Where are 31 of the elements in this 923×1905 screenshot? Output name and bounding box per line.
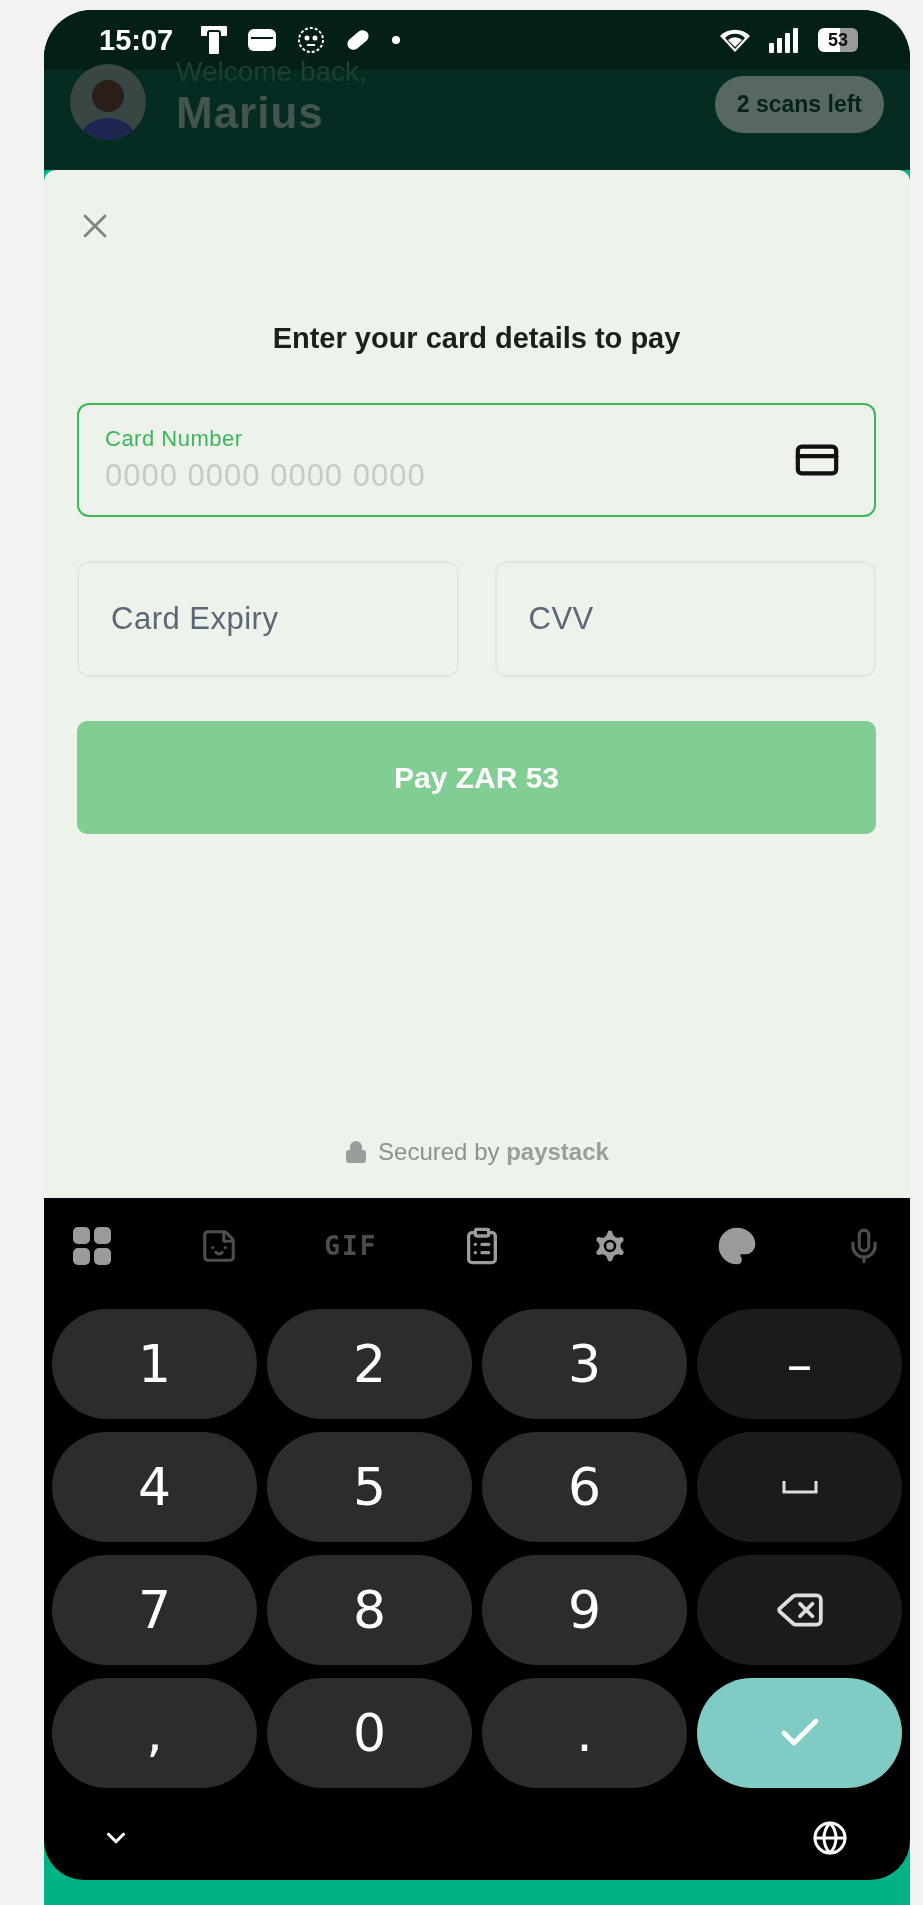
keyboard-key[interactable]: 5 [267,1432,472,1542]
keyboard-key[interactable]: 8 [267,1555,472,1665]
user-name: Marius [176,88,325,138]
signal-icon [768,27,800,53]
keyboard-key[interactable]: 7 [52,1555,257,1665]
cvv-field[interactable]: CVV [494,561,876,677]
scans-left-badge: 2 scans left [714,76,884,133]
keyboard-key[interactable]: 9 [482,1555,687,1665]
secured-by-text: Secured by paystack [378,1138,609,1166]
keyboard-key[interactable]: 1 [52,1309,257,1419]
dot-icon [391,35,402,45]
keyboard-key[interactable]: 0 [267,1678,472,1788]
wifi-icon [720,28,750,52]
keyboard-key[interactable]: 4 [52,1432,257,1542]
lock-icon [344,1140,369,1164]
keyboard-key[interactable]: . [482,1678,687,1788]
keyboard-key[interactable]: 3 [482,1309,687,1419]
globe-icon [812,1820,848,1856]
field-label: Card Number [105,426,244,452]
keyboard-key[interactable]: – [697,1309,902,1419]
keyboard-key[interactable]: 2 [267,1309,472,1419]
apps-icon [72,1225,112,1266]
wallet-icon [247,27,278,53]
battery-indicator: 53 [818,28,858,52]
space-icon [781,1479,818,1495]
sheet-title: Enter your card details to pay [271,322,682,355]
status-time: 15:07 [99,23,174,57]
keyboard-key[interactable]: , [52,1678,257,1788]
card-expiry-field[interactable]: Card Expiry [77,561,459,677]
palette-icon [716,1225,757,1266]
keyboard-key[interactable]: 6 [482,1432,687,1542]
